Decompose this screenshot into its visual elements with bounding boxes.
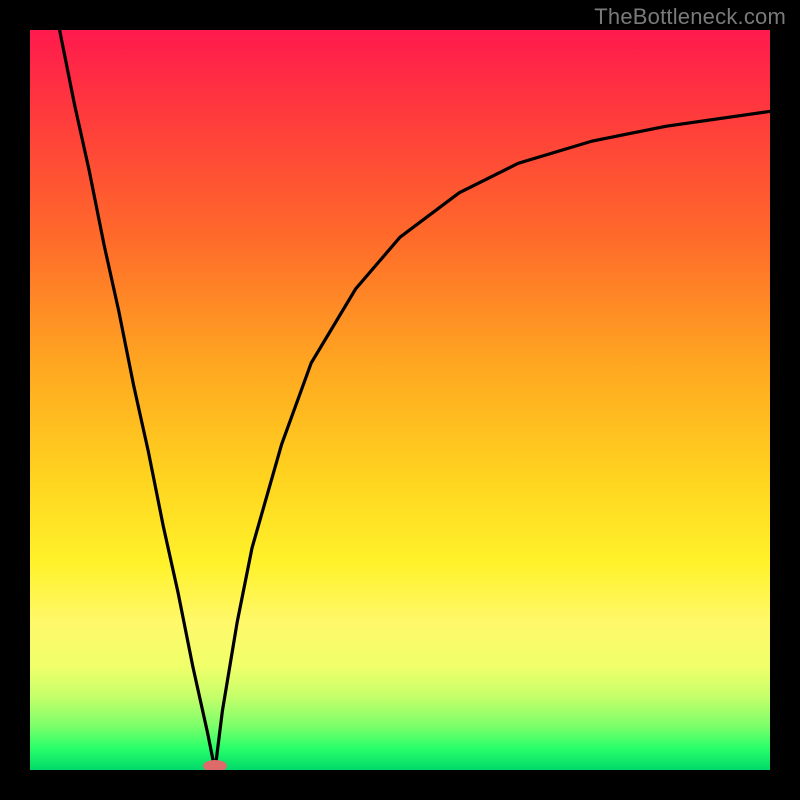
watermark-label: TheBottleneck.com: [594, 4, 786, 30]
left-branch-line: [60, 30, 215, 770]
curve-svg: [30, 30, 770, 770]
chart-frame: TheBottleneck.com: [0, 0, 800, 800]
right-branch-line: [215, 111, 770, 770]
plot-area: [30, 30, 770, 770]
optimal-marker: [203, 760, 227, 770]
